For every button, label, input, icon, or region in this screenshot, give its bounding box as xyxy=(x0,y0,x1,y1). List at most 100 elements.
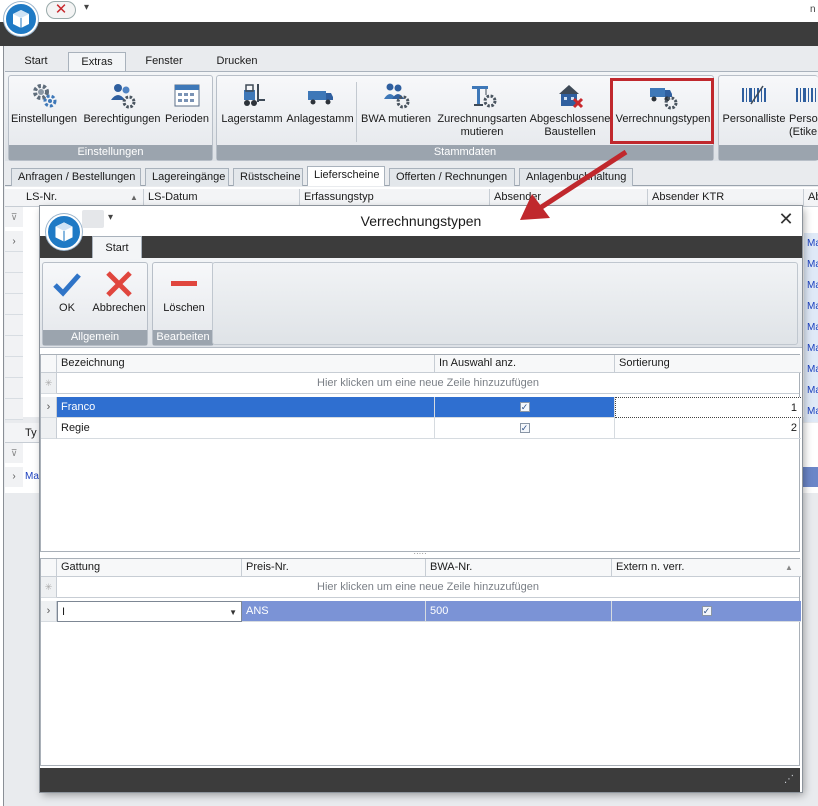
cell-bwa-nr[interactable]: 500 xyxy=(426,601,612,622)
barcode-icon xyxy=(742,85,766,105)
sort-ascending-icon: ▲ xyxy=(785,563,793,572)
cell-extern-n-verr[interactable]: ✓ xyxy=(612,601,801,622)
header-corner xyxy=(41,355,57,373)
app-logo-icon[interactable] xyxy=(4,2,38,36)
column-ab[interactable]: Ab xyxy=(804,189,818,207)
ok-button[interactable]: OK xyxy=(45,269,89,315)
tab-start[interactable]: Start xyxy=(10,52,62,72)
anlagestamm-button[interactable]: Anlagestamm xyxy=(285,80,355,126)
bg-cell: Ma xyxy=(804,296,818,317)
row-indicator-icon[interactable]: › xyxy=(41,601,57,622)
anlagestamm-label: Anlagestamm xyxy=(286,113,354,125)
window-title-bar xyxy=(0,22,818,46)
row-selector[interactable] xyxy=(5,294,23,315)
dialog-title: Verrechnungstypen xyxy=(360,213,482,229)
tab-lagereingaenge[interactable]: Lagereingänge xyxy=(145,168,229,186)
column-absender-ktr[interactable]: Absender KTR xyxy=(648,189,804,207)
checkbox-checked-icon[interactable]: ✓ xyxy=(701,606,712,617)
row-selector[interactable] xyxy=(5,336,23,357)
minus-icon xyxy=(171,281,197,286)
column-bwa-nr[interactable]: BWA-Nr. xyxy=(426,559,612,577)
row-selector[interactable] xyxy=(5,399,23,420)
tab-ruestscheine[interactable]: Rüstscheine xyxy=(233,168,303,186)
row-indicator-icon[interactable]: › xyxy=(5,231,23,252)
cell-sortierung[interactable]: 1 xyxy=(615,397,801,418)
checkbox-checked-icon[interactable]: ✓ xyxy=(519,402,530,413)
ribbon-group-bearbeiten: Löschen Bearbeiten xyxy=(152,262,214,346)
building-x-icon xyxy=(559,85,584,109)
tab-fenster[interactable]: Fenster xyxy=(134,52,194,72)
loeschen-button[interactable]: Löschen xyxy=(157,269,211,315)
tab-lieferscheine[interactable]: Lieferscheine xyxy=(307,166,385,186)
column-bezeichnung[interactable]: Bezeichnung xyxy=(57,355,435,373)
group-label-personal xyxy=(719,145,818,160)
ribbon-empty-area xyxy=(212,262,798,345)
abbrechen-label: Abbrechen xyxy=(92,302,146,314)
checkbox-checked-icon[interactable]: ✓ xyxy=(519,423,530,434)
cell-bezeichnung[interactable]: Regie xyxy=(57,418,435,439)
personal-etiketten-line1: Perso xyxy=(789,113,818,125)
column-ls-datum[interactable]: LS-Datum xyxy=(144,189,300,207)
dropdown-arrow-icon[interactable]: ▼ xyxy=(229,602,237,621)
bg-cell: Ma xyxy=(804,275,818,296)
cell-in-auswahl[interactable]: ✓ xyxy=(435,418,615,439)
tab-offerten-rechnungen[interactable]: Offerten / Rechnungen xyxy=(389,168,515,186)
splitter-grip-icon[interactable]: ····· xyxy=(410,550,430,558)
row-selector[interactable] xyxy=(5,378,23,399)
column-sortierung[interactable]: Sortierung xyxy=(615,355,801,373)
row-selector[interactable] xyxy=(41,418,57,439)
filter-icon[interactable]: ⊽ xyxy=(5,443,23,463)
berechtigungen-button[interactable]: Berechtigungen xyxy=(83,80,161,126)
tab-start[interactable]: Start xyxy=(92,236,142,258)
annotation-arrow-icon xyxy=(520,149,628,220)
row-selector[interactable] xyxy=(5,357,23,378)
resize-grip-icon[interactable]: ⋰ xyxy=(784,774,794,785)
new-row-hint[interactable]: Hier klicken um eine neue Zeile hinzuzuf… xyxy=(57,373,799,394)
column-erfassungstyp[interactable]: Erfassungstyp xyxy=(300,189,490,207)
cell-sortierung[interactable]: 2 xyxy=(615,418,801,439)
row-selector[interactable] xyxy=(5,273,23,294)
tab-extras[interactable]: Extras xyxy=(68,52,126,72)
customize-dropdown-icon[interactable]: ▾ xyxy=(84,2,89,13)
gattung-dropdown[interactable]: I ▼ xyxy=(57,601,242,622)
column-extern-n-verr[interactable]: Extern n. verr. xyxy=(612,559,801,577)
close-icon[interactable]: ✕ xyxy=(46,1,76,19)
filter-icon[interactable]: ⊽ xyxy=(5,207,23,227)
einstellungen-button[interactable]: Einstellungen xyxy=(11,80,77,126)
perioden-button[interactable]: Perioden xyxy=(163,80,211,126)
new-row-hint[interactable]: Hier klicken um eine neue Zeile hinzuzuf… xyxy=(57,577,799,598)
new-row-icon: ✳ xyxy=(41,577,57,598)
abgeschlossene-line1: Abgeschlossene xyxy=(529,113,611,125)
gears-icon xyxy=(33,84,57,108)
column-in-auswahl-anz[interactable]: In Auswahl anz. xyxy=(435,355,615,373)
column-gattung[interactable]: Gattung xyxy=(57,559,242,577)
abgeschlossene-baustellen-button[interactable]: Abgeschlossene Baustellen xyxy=(529,80,611,139)
ribbon-group-allgemein: OK Abbrechen Allgemein xyxy=(42,262,148,346)
lagerstamm-button[interactable]: Lagerstamm xyxy=(219,80,285,126)
cell-bezeichnung[interactable]: Franco xyxy=(57,397,435,418)
einstellungen-label: Einstellungen xyxy=(11,113,78,125)
detail-grid: Gattung Preis-Nr. BWA-Nr. Extern n. verr… xyxy=(40,558,801,766)
bwa-mutieren-button[interactable]: BWA mutieren xyxy=(359,80,433,126)
row-selector[interactable] xyxy=(5,315,23,336)
tab-drucken[interactable]: Drucken xyxy=(206,52,268,72)
verrechnungstypen-grid: Bezeichnung In Auswahl anz. Sortierung ✳… xyxy=(40,354,801,552)
personal-etiketten-button[interactable]: Perso (Etike xyxy=(789,80,818,139)
dialog-logo-icon[interactable] xyxy=(46,214,82,250)
abbrechen-button[interactable]: Abbrechen xyxy=(91,269,147,315)
cell-in-auswahl[interactable]: ✓ xyxy=(435,397,615,418)
bg-cell: Ma xyxy=(804,380,818,401)
x-mark-icon xyxy=(106,271,132,297)
personalliste-button[interactable]: Personalliste xyxy=(721,80,787,126)
cell-preis-nr[interactable]: ANS xyxy=(242,601,426,622)
detail-column-typ[interactable]: Ty xyxy=(5,423,40,443)
column-preis-nr[interactable]: Preis-Nr. xyxy=(242,559,426,577)
close-icon[interactable]: ✕ xyxy=(776,209,796,229)
row-indicator-icon[interactable]: › xyxy=(41,397,57,418)
zurechnungsarten-mutieren-button[interactable]: Zurechnungsarten mutieren xyxy=(435,80,529,139)
row-indicator-icon[interactable]: › xyxy=(5,467,23,487)
personal-etiketten-line2: (Etike xyxy=(789,126,818,138)
row-selector[interactable] xyxy=(5,252,23,273)
tab-anfragen-bestellungen[interactable]: Anfragen / Bestellungen xyxy=(11,168,141,186)
column-ls-nr[interactable]: LS-Nr. xyxy=(22,189,144,207)
